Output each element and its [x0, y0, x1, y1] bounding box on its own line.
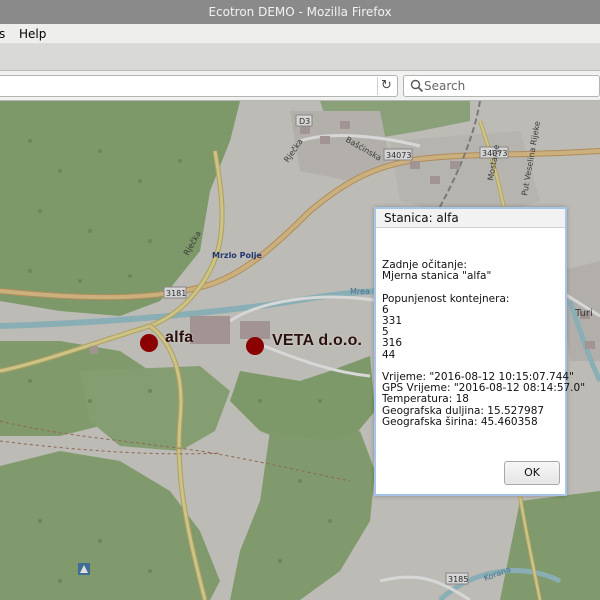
- road-label-d3: D3: [299, 117, 310, 126]
- dialog-title: Stanica: alfa: [376, 209, 565, 228]
- tab-strip: [0, 44, 600, 71]
- dialog-body: Zadnje očitanje: Mjerna stanica "alfa" P…: [382, 259, 585, 428]
- dialog-line: Popunjenost kontejnera:: [382, 292, 510, 305]
- dialog-line: 331: [382, 315, 403, 327]
- dialog-line: Temperatura: 18: [382, 393, 469, 406]
- station-dialog: Stanica: alfa Zadnje očitanje: Mjerna st…: [374, 207, 585, 496]
- svg-text:Mrea: Mrea: [350, 287, 370, 296]
- search-placeholder: Search: [424, 79, 466, 93]
- menu-bar: s Help: [0, 24, 600, 44]
- station-label-veta: VETA d.o.o.: [272, 332, 363, 349]
- search-input[interactable]: Search: [403, 75, 600, 97]
- dialog-line: Mjerna stanica "alfa": [382, 270, 492, 283]
- window-title: Ecotron DEMO - Mozilla Firefox: [208, 5, 392, 19]
- menu-tools[interactable]: s: [0, 24, 5, 44]
- station-label-alfa: alfa: [165, 329, 194, 346]
- search-icon: [410, 79, 424, 93]
- svg-text:3185: 3185: [448, 575, 468, 584]
- dialog-line: [382, 282, 562, 293]
- svg-text:3181: 3181: [166, 289, 186, 298]
- window-titlebar: Ecotron DEMO - Mozilla Firefox: [0, 0, 600, 24]
- station-marker-veta[interactable]: [246, 337, 264, 355]
- svg-text:34073: 34073: [386, 151, 411, 160]
- dialog-line: 316: [382, 337, 403, 350]
- ok-button[interactable]: OK: [504, 461, 560, 485]
- menu-help[interactable]: Help: [19, 24, 46, 44]
- url-bar[interactable]: ↻: [0, 75, 398, 97]
- station-marker-alfa[interactable]: [140, 334, 158, 352]
- poi-icon: [78, 563, 90, 575]
- reload-icon[interactable]: ↻: [377, 77, 395, 95]
- dialog-line: 6: [382, 303, 389, 316]
- dialog-line: Geografska širina: 45.460358: [382, 415, 538, 428]
- svg-text:Turi: Turi: [574, 308, 593, 319]
- svg-text:Mrzlo Polje: Mrzlo Polje: [212, 251, 262, 260]
- dialog-line: 44: [382, 348, 396, 361]
- dialog-line: 5: [382, 326, 389, 339]
- navigation-toolbar: ↻ Search: [0, 71, 600, 101]
